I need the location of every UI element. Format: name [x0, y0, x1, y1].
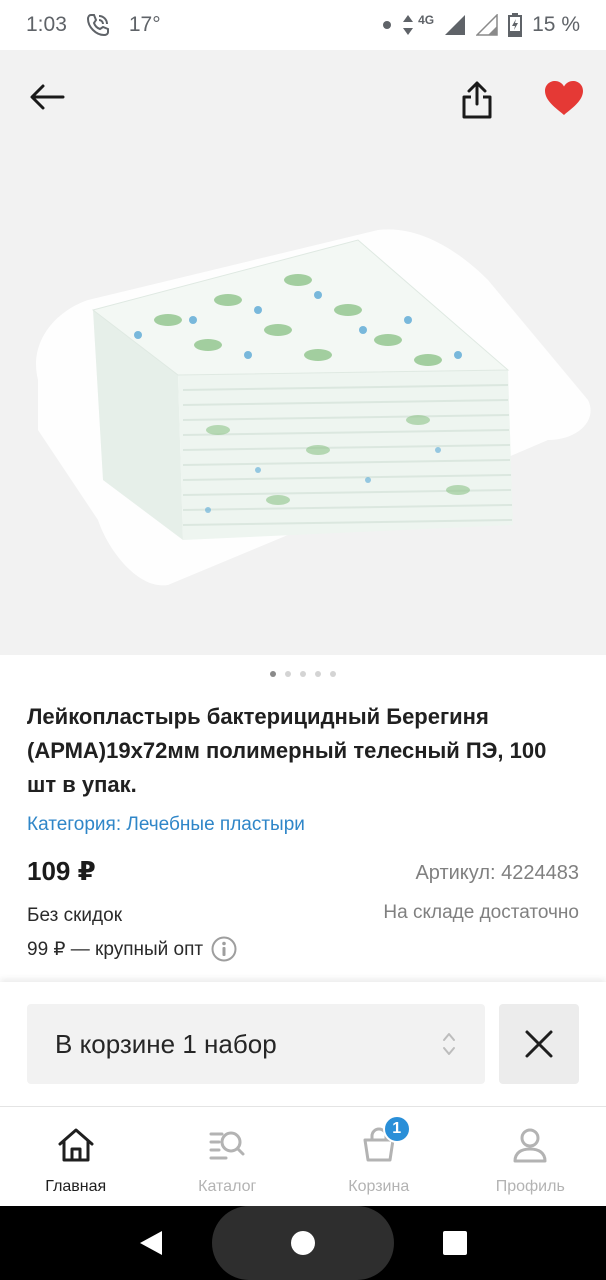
share-button[interactable] — [452, 72, 502, 128]
back-button[interactable] — [20, 72, 74, 122]
wholesale-price: 99 ₽ — крупный опт — [27, 938, 204, 960]
signal-icon — [444, 14, 466, 36]
battery-level: 15 % — [532, 13, 580, 36]
notification-dot-icon — [382, 20, 392, 30]
carousel-dot[interactable] — [330, 671, 336, 677]
image-carousel-dots[interactable] — [0, 671, 606, 677]
data-arrows-icon — [402, 14, 414, 36]
status-time: 1:03 — [26, 13, 67, 36]
system-back-button[interactable] — [128, 1220, 174, 1266]
profile-icon — [510, 1125, 550, 1165]
status-bar: 1:03 17° 4G 15 % — [0, 0, 606, 50]
favorite-button[interactable] — [538, 72, 590, 124]
discount-info: Без скидок — [27, 905, 122, 926]
carousel-dot[interactable] — [300, 671, 306, 677]
carousel-dot[interactable] — [285, 671, 291, 677]
phone-wifi-icon — [85, 12, 111, 38]
home-icon — [56, 1125, 96, 1165]
wholesale-price-row: 99 ₽ — крупный опт — [27, 936, 237, 962]
article-number: Артикул: 4224483 — [415, 862, 579, 884]
network-type: 4G — [418, 13, 435, 27]
signal-2-icon — [476, 14, 498, 36]
basket-icon: 1 — [359, 1115, 411, 1165]
remove-from-cart-button[interactable] — [499, 1004, 579, 1084]
nav-profile-label: Профиль — [495, 1178, 565, 1195]
stock-status: На складе достаточно — [383, 902, 579, 923]
nav-cart-label: Корзина — [348, 1178, 410, 1195]
status-temperature: 17° — [128, 13, 161, 36]
triangle-back-icon — [140, 1231, 162, 1255]
arrow-left-icon — [30, 84, 65, 110]
carousel-dot[interactable] — [315, 671, 321, 677]
system-navigation-bar — [0, 1206, 606, 1280]
product-image-area[interactable] — [0, 50, 606, 655]
catalog-search-icon — [207, 1125, 247, 1165]
bottom-navigation: Главная Каталог 1 Корзина Профиль — [0, 1106, 606, 1206]
system-home-button[interactable] — [212, 1206, 394, 1280]
nav-cart[interactable]: 1 Корзина — [303, 1107, 455, 1206]
product-title: Лейкопластырь бактерицидный Берегиня (АР… — [27, 704, 547, 797]
info-icon[interactable] — [211, 936, 237, 962]
product-price: 109 ₽ — [27, 856, 96, 886]
up-down-chevron-icon — [441, 1030, 457, 1058]
battery-icon — [508, 13, 523, 37]
nav-home[interactable]: Главная — [0, 1107, 152, 1206]
cart-quantity-selector[interactable]: В корзине 1 набор — [27, 1004, 485, 1084]
nav-catalog[interactable]: Каталог — [152, 1107, 304, 1206]
screen: 1:03 17° 4G 15 % Лейкопластырь бактерици… — [0, 0, 606, 1280]
system-recents-button[interactable] — [432, 1220, 478, 1266]
nav-profile[interactable]: Профиль — [455, 1107, 606, 1206]
cart-badge: 1 — [382, 1115, 411, 1143]
nav-catalog-label: Каталог — [198, 1178, 257, 1195]
carousel-dot[interactable] — [270, 671, 276, 677]
square-recents-icon — [443, 1231, 467, 1255]
close-icon — [525, 1030, 553, 1058]
share-icon — [462, 81, 492, 119]
cart-action-bar: В корзине 1 набор — [0, 982, 606, 1106]
nav-home-label: Главная — [45, 1178, 107, 1195]
cart-quantity-label: В корзине 1 набор — [55, 1028, 277, 1059]
heart-icon — [545, 81, 583, 115]
circle-home-icon — [291, 1231, 315, 1255]
category-link[interactable]: Категория: Лечебные пластыри — [27, 814, 305, 836]
product-photo — [36, 229, 591, 586]
